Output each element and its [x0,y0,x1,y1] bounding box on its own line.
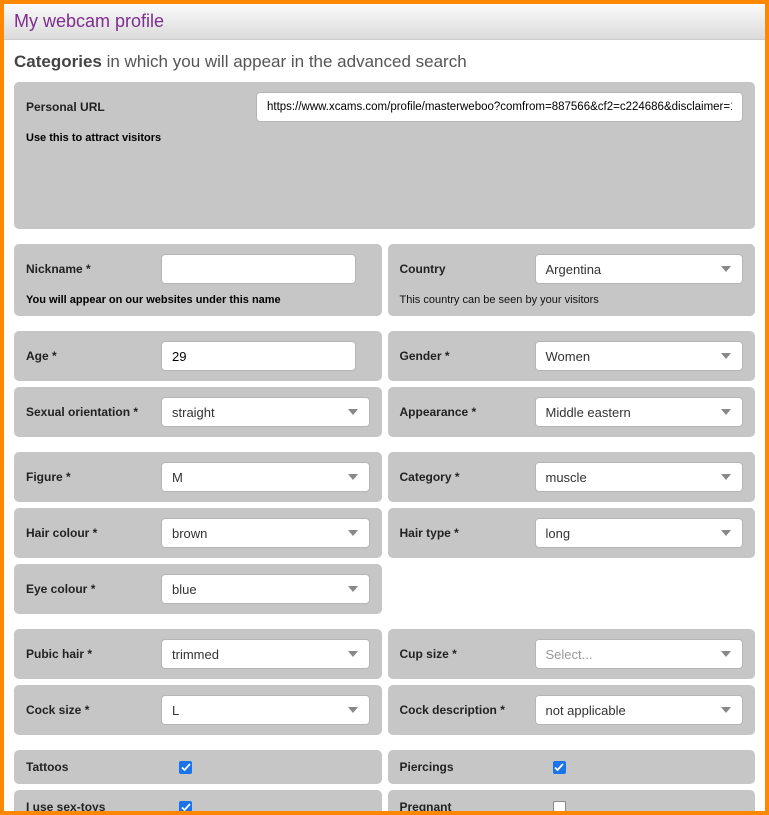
tattoos-checkbox[interactable] [179,761,192,774]
cocksize-card: Cock size * L [14,685,382,735]
eyecolour-value: blue [172,582,197,597]
pubic-label: Pubic hair * [26,647,151,661]
personal-url-input[interactable] [256,92,743,122]
pregnant-label: Pregnant [400,800,525,814]
appearance-card: Appearance * Middle eastern [388,387,756,437]
cockdesc-select[interactable]: not applicable [535,695,744,725]
country-label: Country [400,262,525,276]
sexori-card: Sexual orientation * straight [14,387,382,437]
figure-value: M [172,470,183,485]
personal-url-hint: Use this to attract visitors [26,132,743,144]
chevron-down-icon [716,700,736,720]
chevron-down-icon [343,523,363,543]
hairtype-value: long [546,526,571,541]
eyecolour-label: Eye colour * [26,582,151,596]
header-bar: My webcam profile [4,4,765,40]
subtitle-bold: Categories [14,52,102,71]
eyecolour-card: Eye colour * blue [14,564,382,614]
sextoys-checkbox[interactable] [179,801,192,814]
chevron-down-icon [343,579,363,599]
sexori-select[interactable]: straight [161,397,370,427]
cocksize-select[interactable]: L [161,695,370,725]
pubic-select[interactable]: trimmed [161,639,370,669]
figure-label: Figure * [26,470,151,484]
appearance-value: Middle eastern [546,405,631,420]
hairtype-select[interactable]: long [535,518,744,548]
nickname-input[interactable] [161,254,356,284]
hairtype-card: Hair type * long [388,508,756,558]
country-select[interactable]: Argentina [535,254,744,284]
sextoys-card: I use sex-toys [14,790,382,815]
cocksize-value: L [172,703,179,718]
appearance-select[interactable]: Middle eastern [535,397,744,427]
age-input[interactable] [161,341,356,371]
cupsize-card: Cup size * Select... [388,629,756,679]
pregnant-checkbox[interactable] [553,801,566,814]
page-title: My webcam profile [14,11,755,32]
sexori-value: straight [172,405,215,420]
figure-select[interactable]: M [161,462,370,492]
age-card: Age * [14,331,382,381]
category-card: Category * muscle [388,452,756,502]
nickname-label: Nickname * [26,262,151,276]
gender-label: Gender * [400,349,525,363]
country-value: Argentina [546,262,602,277]
appearance-label: Appearance * [400,405,525,419]
sextoys-label: I use sex-toys [26,800,151,814]
personal-url-card: Personal URL Use this to attract visitor… [14,82,755,229]
chevron-down-icon [343,644,363,664]
country-hint: This country can be seen by your visitor… [400,294,744,306]
chevron-down-icon [716,346,736,366]
cockdesc-value: not applicable [546,703,626,718]
chevron-down-icon [716,402,736,422]
gender-card: Gender * Women [388,331,756,381]
piercings-label: Piercings [400,760,525,774]
chevron-down-icon [343,700,363,720]
cupsize-value: Select... [546,647,593,662]
country-card: Country Argentina This country can be se… [388,244,756,316]
hairtype-label: Hair type * [400,526,525,540]
haircolour-label: Hair colour * [26,526,151,540]
figure-card: Figure * M [14,452,382,502]
piercings-card: Piercings [388,750,756,784]
haircolour-value: brown [172,526,207,541]
cupsize-label: Cup size * [400,647,525,661]
pregnant-card: Pregnant [388,790,756,815]
pubic-value: trimmed [172,647,219,662]
nickname-hint: You will appear on our websites under th… [26,294,370,306]
category-value: muscle [546,470,587,485]
cocksize-label: Cock size * [26,703,151,717]
haircolour-card: Hair colour * brown [14,508,382,558]
chevron-down-icon [343,402,363,422]
sexori-label: Sexual orientation * [26,405,151,419]
chevron-down-icon [343,467,363,487]
eyecolour-select[interactable]: blue [161,574,370,604]
piercings-checkbox[interactable] [553,761,566,774]
chevron-down-icon [716,259,736,279]
cockdesc-label: Cock description * [400,703,525,717]
subtitle: Categories in which you will appear in t… [4,40,765,82]
chevron-down-icon [716,467,736,487]
personal-url-label: Personal URL [26,100,246,114]
nickname-card: Nickname * You will appear on our websit… [14,244,382,316]
subtitle-rest: in which you will appear in the advanced… [102,52,467,71]
chevron-down-icon [716,644,736,664]
gender-value: Women [546,349,591,364]
gender-select[interactable]: Women [535,341,744,371]
category-select[interactable]: muscle [535,462,744,492]
pubic-card: Pubic hair * trimmed [14,629,382,679]
age-label: Age * [26,349,151,363]
haircolour-select[interactable]: brown [161,518,370,548]
cupsize-select[interactable]: Select... [535,639,744,669]
empty-card [388,564,756,614]
tattoos-label: Tattoos [26,760,151,774]
category-label: Category * [400,470,525,484]
cockdesc-card: Cock description * not applicable [388,685,756,735]
tattoos-card: Tattoos [14,750,382,784]
chevron-down-icon [716,523,736,543]
